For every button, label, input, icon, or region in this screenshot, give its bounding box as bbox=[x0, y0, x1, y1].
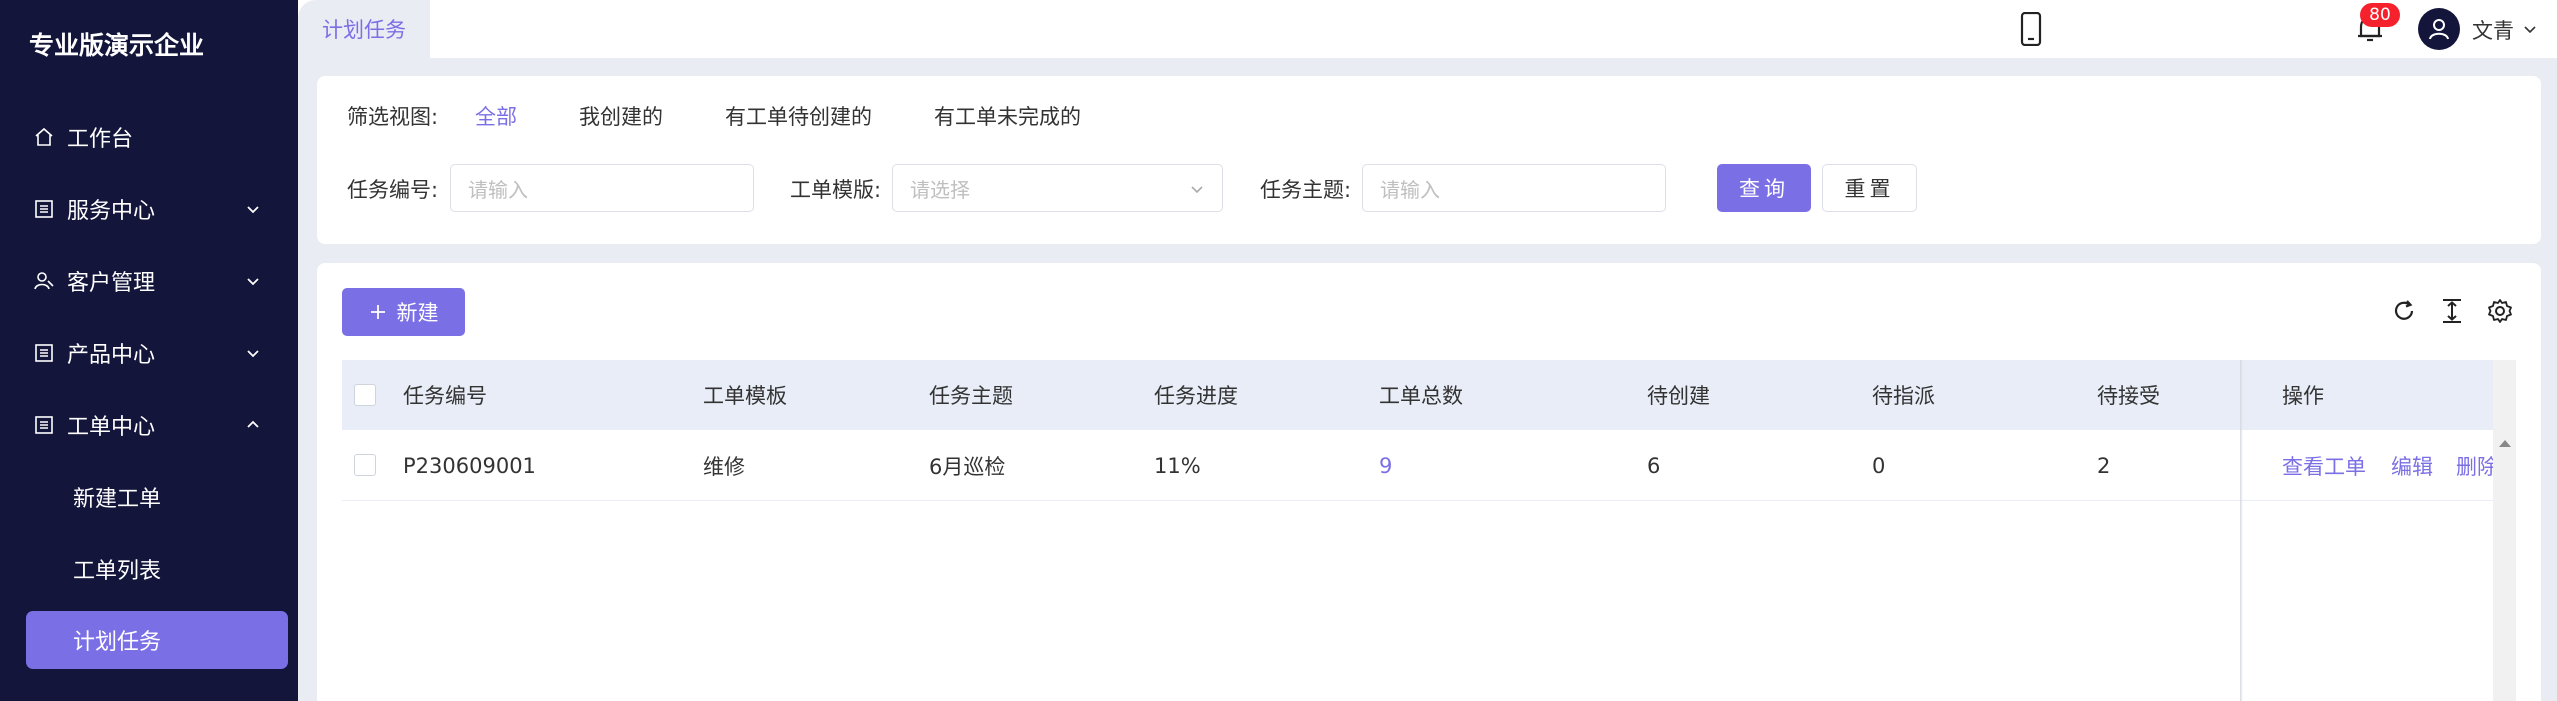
plus-icon bbox=[370, 305, 385, 319]
table-row: P230609001 维修 6月巡检 11% 9 6 0 2 查看工单 编辑 删… bbox=[342, 430, 2516, 501]
chevron-down-icon bbox=[1191, 186, 1203, 194]
subject-label: 任务主题: bbox=[1260, 178, 1352, 202]
view-option-all[interactable]: 全部 bbox=[475, 101, 517, 131]
refresh-icon[interactable] bbox=[2390, 297, 2418, 325]
column-header-pending-create: 待创建 bbox=[1647, 384, 1710, 408]
new-task-button-label: 新建 bbox=[396, 301, 439, 325]
table-panel: 新建 任务编号 工单模板 任务主题 任务进度 工单总数 待创建 待指派 待接受 … bbox=[317, 263, 2541, 701]
column-header-progress: 任务进度 bbox=[1154, 384, 1238, 408]
menu-item-label: 产品中心 bbox=[67, 343, 156, 368]
view-tickets-link[interactable]: 查看工单 bbox=[2282, 430, 2366, 501]
avatar[interactable] bbox=[2418, 8, 2460, 50]
reset-button[interactable]: 重置 bbox=[1822, 164, 1917, 212]
chevron-down-icon bbox=[247, 278, 259, 286]
cell-task-no: P230609001 bbox=[403, 453, 536, 478]
list-icon bbox=[33, 198, 55, 220]
sidebar: 专业版演示企业 工作台 服务中心 客户管理 产品中心 工单中心 新建工单 工单列… bbox=[0, 0, 298, 701]
chevron-down-icon bbox=[247, 350, 259, 358]
cell-template: 维修 bbox=[703, 454, 745, 479]
menu-item-ticket-center[interactable]: 工单中心 bbox=[0, 397, 298, 453]
submenu-item-new-ticket[interactable]: 新建工单 bbox=[0, 469, 298, 525]
menu-item-label: 客户管理 bbox=[67, 271, 156, 296]
submenu-item-label: 计划任务 bbox=[73, 630, 162, 655]
notification-badge: 80 bbox=[2360, 3, 2400, 27]
template-select[interactable]: 请选择 bbox=[892, 164, 1223, 212]
column-header-subject: 任务主题 bbox=[929, 384, 1013, 408]
view-label: 筛选视图: bbox=[347, 105, 439, 129]
submenu-item-label: 新建工单 bbox=[73, 487, 162, 512]
menu-item-service-center[interactable]: 服务中心 bbox=[0, 181, 298, 237]
menu-item-workbench[interactable]: 工作台 bbox=[0, 109, 298, 165]
query-button[interactable]: 查询 bbox=[1717, 164, 1811, 212]
menu-item-customer-management[interactable]: 客户管理 bbox=[0, 253, 298, 309]
menu-item-label: 服务中心 bbox=[67, 199, 156, 224]
cell-pending-accept: 2 bbox=[2097, 453, 2111, 478]
new-task-button[interactable]: 新建 bbox=[342, 288, 465, 336]
list-icon bbox=[33, 414, 55, 436]
table-header: 任务编号 工单模板 任务主题 任务进度 工单总数 待创建 待指派 待接受 操作 bbox=[342, 360, 2516, 430]
brand-name: 专业版演示企业 bbox=[29, 31, 205, 60]
mobile-icon[interactable] bbox=[2020, 12, 2042, 46]
cell-pending-create: 6 bbox=[1647, 453, 1661, 478]
view-option-created-by-me[interactable]: 我创建的 bbox=[579, 101, 663, 131]
home-icon bbox=[33, 126, 55, 148]
username[interactable]: 文青 bbox=[2472, 15, 2514, 45]
edit-link[interactable]: 编辑 bbox=[2391, 430, 2433, 501]
chevron-down-icon[interactable] bbox=[2522, 21, 2538, 37]
users-icon bbox=[33, 270, 55, 292]
submenu-item-scheduled-tasks[interactable]: 计划任务 bbox=[26, 611, 288, 669]
delete-link[interactable]: 删除 bbox=[2456, 430, 2498, 501]
scroll-up-arrow-icon[interactable] bbox=[2499, 440, 2511, 447]
top-bar: 计划任务 bbox=[298, 0, 2557, 58]
actions-column-divider bbox=[2240, 360, 2243, 701]
row-checkbox[interactable] bbox=[354, 454, 376, 476]
task-no-input[interactable]: 请输入 bbox=[450, 164, 754, 212]
vertical-scrollbar[interactable] bbox=[2493, 360, 2516, 701]
column-height-icon[interactable] bbox=[2438, 297, 2466, 325]
column-header-pending-accept: 待接受 bbox=[2097, 384, 2160, 408]
menu-item-product-center[interactable]: 产品中心 bbox=[0, 325, 298, 381]
select-all-checkbox[interactable] bbox=[354, 384, 376, 406]
filter-panel: 筛选视图: 全部 我创建的 有工单待创建的 有工单未完成的 任务编号: 请输入 … bbox=[317, 76, 2541, 244]
menu-item-label: 工单中心 bbox=[67, 415, 156, 440]
column-header-task-no: 任务编号 bbox=[403, 384, 487, 408]
chevron-down-icon bbox=[247, 206, 259, 214]
submenu-item-label: 工单列表 bbox=[73, 559, 162, 584]
view-option-unfinished[interactable]: 有工单未完成的 bbox=[934, 101, 1081, 131]
cell-pending-assign: 0 bbox=[1872, 453, 1886, 478]
column-header-total: 工单总数 bbox=[1379, 384, 1463, 408]
chevron-up-icon bbox=[247, 420, 259, 428]
user-icon bbox=[2429, 19, 2449, 40]
template-label: 工单模版: bbox=[790, 178, 882, 202]
cell-subject: 6月巡检 bbox=[929, 454, 1006, 479]
submenu-item-ticket-list[interactable]: 工单列表 bbox=[0, 541, 298, 597]
task-no-label: 任务编号: bbox=[347, 178, 439, 202]
menu-item-label: 工作台 bbox=[67, 127, 134, 152]
template-select-placeholder: 请选择 bbox=[910, 177, 970, 202]
cell-progress: 11% bbox=[1154, 453, 1201, 478]
settings-icon[interactable] bbox=[2486, 297, 2514, 325]
column-header-actions: 操作 bbox=[2282, 384, 2324, 408]
subject-input[interactable]: 请输入 bbox=[1362, 164, 1666, 212]
column-header-pending-assign: 待指派 bbox=[1872, 384, 1935, 408]
list-icon bbox=[33, 342, 55, 364]
tab-scheduled-tasks[interactable]: 计划任务 bbox=[298, 0, 430, 58]
cell-total-link[interactable]: 9 bbox=[1379, 430, 1392, 501]
view-option-pending-create[interactable]: 有工单待创建的 bbox=[725, 101, 872, 131]
column-header-template: 工单模板 bbox=[703, 384, 787, 408]
